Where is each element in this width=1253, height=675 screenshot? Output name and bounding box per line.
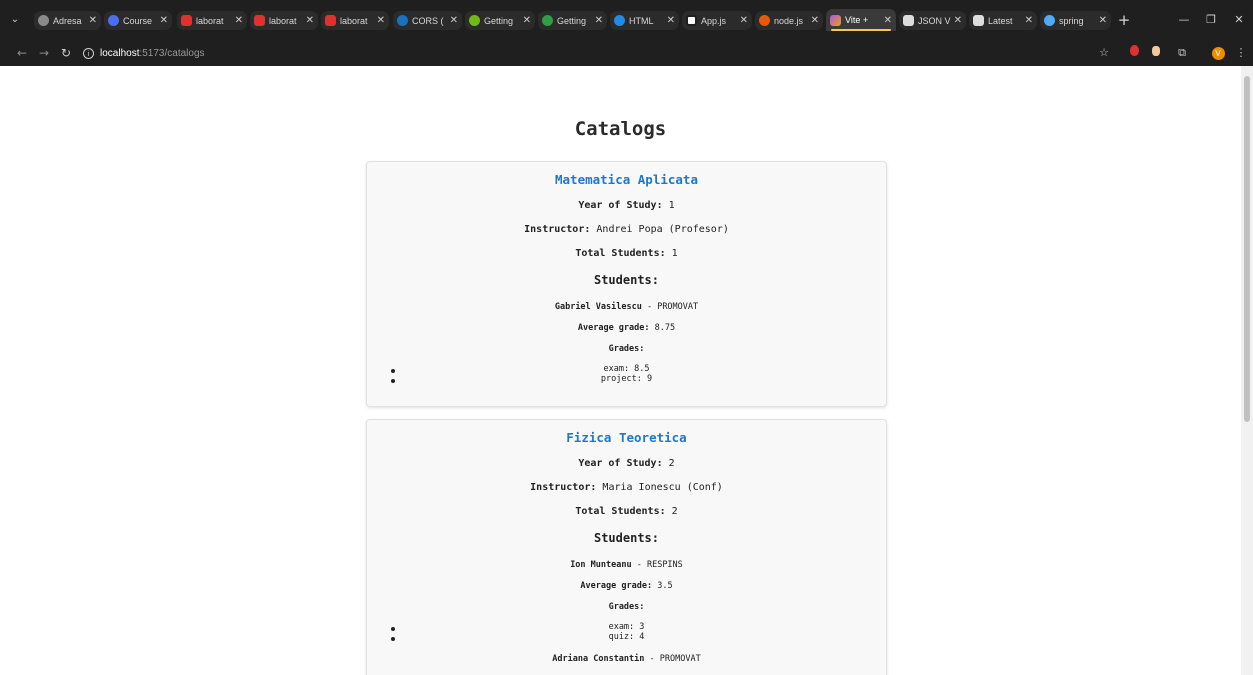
average-grade: Average grade: 3.5 [580,581,673,591]
browser-tab[interactable]: App.js ✕ [682,11,752,30]
total-students: Total Students: 2 [575,506,678,517]
close-icon[interactable]: ✕ [306,15,314,26]
student-status: - PROMOVAT [644,654,701,664]
close-window-icon[interactable]: ✕ [1228,12,1250,28]
grades-heading: Grades: [608,602,645,612]
tab-favicon-icon [759,15,770,26]
vite-icon [830,14,841,26]
close-icon[interactable]: ✕ [740,15,748,26]
forward-icon[interactable]: → [36,45,52,61]
instructor: Instructor: Andrei Popa (Profesor) [524,224,729,235]
reload-icon[interactable]: ↻ [58,45,74,61]
browser-tab[interactable]: Adresa ✕ [34,11,101,30]
student-name: Ion Munteanu - RESPINS [570,560,683,570]
student-status: - RESPINS [631,560,683,570]
total-students: Total Students: 1 [575,248,678,259]
tab-favicon-icon [903,15,914,26]
grade-item: quiz: 4 [608,632,645,642]
catalog-name: Matematica Aplicata [555,172,698,187]
browser-tab[interactable]: CORS (✕ [393,11,462,30]
catalog-name: Fizica Teoretica [566,430,687,445]
extension-icon[interactable] [1148,45,1164,61]
close-icon[interactable]: ✕ [811,15,819,26]
pdf-icon [325,15,336,26]
tab-favicon-icon [686,15,697,26]
close-icon[interactable]: ✕ [377,15,385,26]
year-of-study: Year of Study: 2 [578,458,675,469]
catalog-card: Matematica Aplicata Year of Study: 1 Ins… [366,161,887,407]
close-icon[interactable]: ✕ [595,15,603,26]
tab-favicon-icon [1044,15,1055,26]
browser-tab[interactable]: Getting ✕ [465,11,535,30]
address-bar[interactable]: i localhost:5173/catalogs [83,44,1083,62]
restore-icon[interactable]: ❐ [1200,12,1222,28]
grade-item: project: 9 [600,374,653,384]
grade-item: exam: 3 [608,622,645,632]
student-status: - PROMOVAT [641,302,699,312]
back-icon[interactable]: ← [14,45,30,61]
average-grade: Average grade: 8.75 [577,323,676,333]
minimize-icon[interactable]: — [1173,12,1195,28]
close-icon[interactable]: ✕ [160,15,168,26]
browser-tab[interactable]: HTML ✕ [610,11,679,30]
close-icon[interactable]: ✕ [235,15,243,26]
bookmark-star-icon[interactable]: ☆ [1096,45,1112,61]
close-icon[interactable]: ✕ [450,15,458,26]
page-scrollbar[interactable] [1241,66,1253,675]
tab-favicon-icon [973,15,984,26]
pdf-icon [254,15,265,26]
page-title: Catalogs [574,118,667,140]
students-heading: Students: [593,531,660,545]
new-tab-icon[interactable]: + [1115,11,1133,29]
tab-favicon-icon [38,15,49,26]
page-viewport: Catalogs Matematica Aplicata Year of Stu… [0,66,1241,675]
students-heading: Students: [593,273,660,287]
instructor: Instructor: Maria Ionescu (Conf) [530,482,723,493]
browser-tab[interactable]: laborat ✕ [177,11,247,30]
browser-tab[interactable]: Course ✕ [104,11,172,30]
student-name: Gabriel Vasilescu - PROMOVAT [554,302,699,312]
extension-icon[interactable] [1126,45,1142,61]
tab-favicon-icon [469,15,480,26]
grades-heading: Grades: [608,344,645,354]
close-icon[interactable]: ✕ [1099,15,1107,26]
pdf-icon [181,15,192,26]
url-path: :5173/catalogs [139,47,205,59]
browser-tab[interactable]: JSON V ✕ [899,11,966,30]
browser-tab[interactable]: laborat ✕ [321,11,389,30]
browser-menu-icon[interactable]: ⋮ [1233,45,1249,61]
tab-search-icon[interactable]: ⌄ [7,12,23,28]
close-icon[interactable]: ✕ [954,15,962,26]
grade-item: exam: 8.5 [603,364,650,374]
browser-tab[interactable]: spring ✕ [1040,11,1111,30]
browser-tab[interactable]: node.js ✕ [755,11,823,30]
tab-favicon-icon [108,15,119,26]
browser-tab[interactable]: Getting ✕ [538,11,607,30]
close-icon[interactable]: ✕ [667,15,675,26]
scrollbar-thumb[interactable] [1244,76,1250,422]
tab-favicon-icon [614,15,625,26]
site-info-icon[interactable]: i [83,47,94,59]
student-name: Adriana Constantin - PROMOVAT [552,654,701,664]
close-icon[interactable]: ✕ [884,15,892,26]
close-icon[interactable]: ✕ [523,15,531,26]
url-host: localhost [100,47,140,59]
browser-tab[interactable]: Latest ✕ [969,11,1037,30]
tab-favicon-icon [397,15,408,26]
close-icon[interactable]: ✕ [89,15,97,26]
browser-tab-strip: ⌄ Adresa ✕ Course ✕ laborat ✕ laborat ✕ labo… [0,0,1253,40]
close-icon[interactable]: ✕ [1025,15,1033,26]
catalog-card: Fizica Teoretica Year of Study: 2 Instru… [366,419,887,675]
extensions-puzzle-icon[interactable]: ⧉ [1174,45,1190,61]
tab-favicon-icon [542,15,553,26]
year-of-study: Year of Study: 1 [578,200,675,211]
browser-tab-active[interactable]: Vite + ✕ [826,9,896,31]
profile-avatar[interactable]: V [1210,45,1226,61]
browser-tab[interactable]: laborat ✕ [250,11,318,30]
